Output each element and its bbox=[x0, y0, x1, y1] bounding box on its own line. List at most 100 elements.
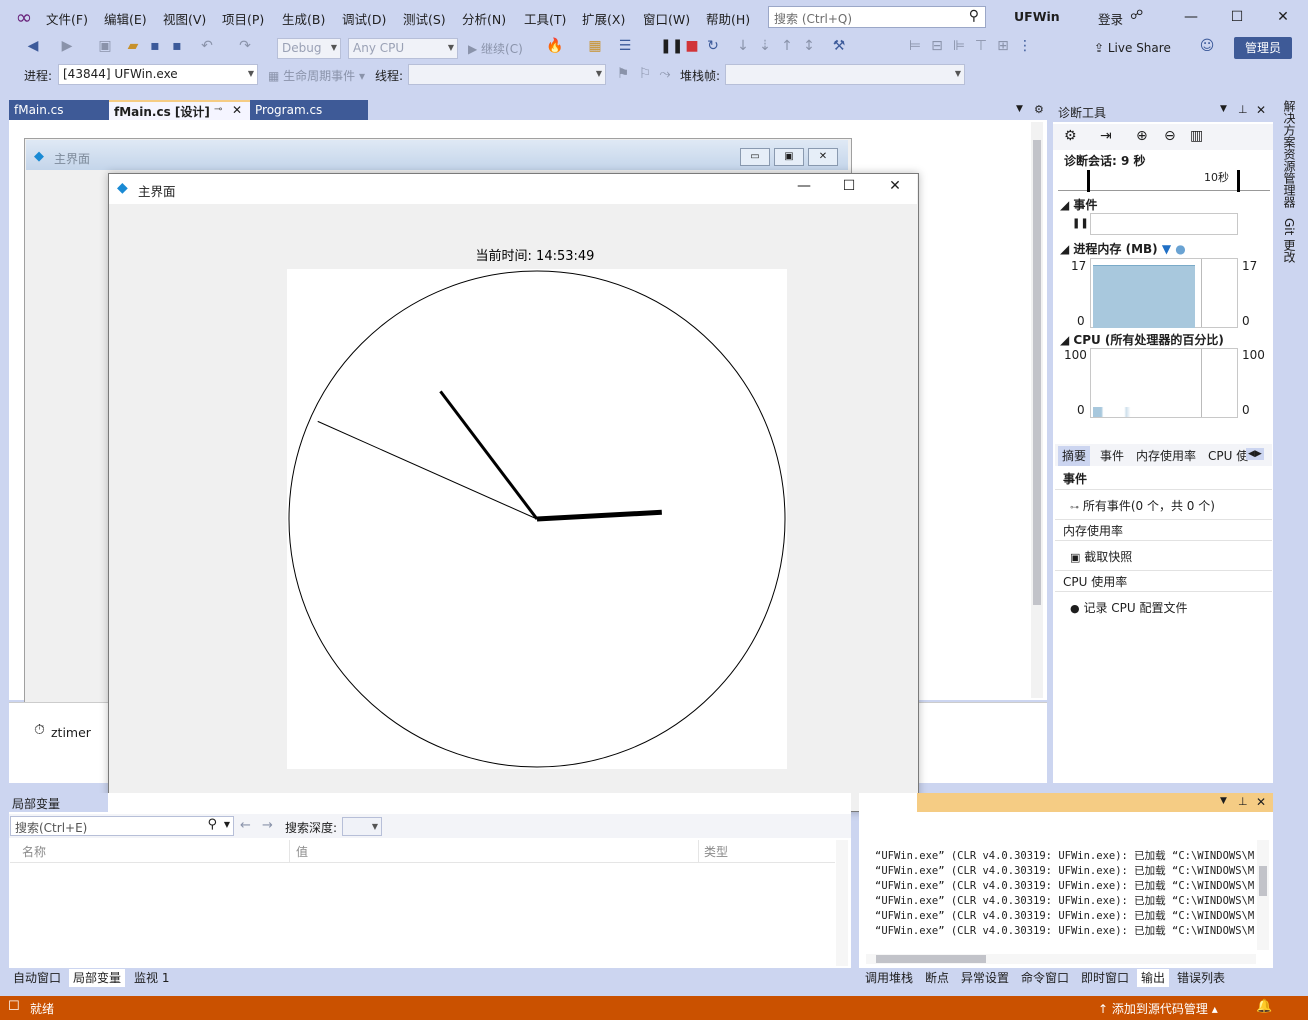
diagnostics-dropdown-icon[interactable]: ▼ bbox=[1220, 104, 1227, 114]
menu-build[interactable]: 生成(B) bbox=[282, 9, 325, 28]
tab-command-window[interactable]: 命令窗口 bbox=[1017, 969, 1073, 987]
search-back-icon[interactable]: ← bbox=[240, 818, 251, 833]
show-next-statement-icon[interactable]: ↕ bbox=[800, 38, 818, 54]
login-link[interactable]: 登录 bbox=[1098, 9, 1123, 28]
new-project-icon[interactable]: ▣ bbox=[96, 38, 114, 54]
stop-icon[interactable]: ■ bbox=[683, 38, 701, 54]
menu-debug[interactable]: 调试(D) bbox=[342, 9, 386, 28]
spacing-icon[interactable]: ⋮ bbox=[1016, 38, 1034, 54]
thread-stack-icon[interactable]: ⤳ bbox=[656, 66, 674, 82]
search-input[interactable]: 搜索 (Ctrl+Q) ⚲ bbox=[768, 6, 986, 28]
cpu-graph[interactable] bbox=[1090, 348, 1238, 418]
align-left-icon[interactable]: ⊨ bbox=[906, 38, 924, 54]
tab-locals[interactable]: 局部变量 bbox=[69, 969, 126, 987]
minimize-button[interactable]: — bbox=[1176, 6, 1206, 28]
align-right-icon[interactable]: ⊫ bbox=[950, 38, 968, 54]
step-into-icon[interactable]: ↓ bbox=[734, 38, 752, 54]
app-insights-icon[interactable]: ▦ bbox=[586, 38, 604, 54]
search-forward-icon[interactable]: → bbox=[262, 818, 273, 833]
save-icon[interactable]: ▪ bbox=[146, 38, 164, 54]
menu-window[interactable]: 窗口(W) bbox=[643, 9, 690, 28]
output-close-icon[interactable]: ✕ bbox=[1256, 795, 1266, 809]
output-dropdown-icon[interactable]: ▼ bbox=[1220, 796, 1227, 806]
tab-watch[interactable]: 监视 1 bbox=[130, 969, 173, 987]
menu-tools[interactable]: 工具(T) bbox=[524, 9, 566, 28]
tabs-scroll-icon[interactable]: ◀▶ bbox=[1246, 448, 1264, 460]
solution-explorer-tab[interactable]: 解决方案资源管理器 bbox=[1281, 100, 1298, 212]
locals-scrollbar[interactable] bbox=[836, 840, 848, 966]
feedback-icon[interactable]: ☍ bbox=[1130, 8, 1143, 23]
menu-extensions[interactable]: 扩展(X) bbox=[582, 9, 625, 28]
timer-component[interactable]: ztimer bbox=[51, 725, 91, 740]
close-button[interactable]: ✕ bbox=[1268, 6, 1298, 28]
output-h-scrollbar[interactable] bbox=[866, 954, 1256, 964]
tab-output[interactable]: 输出 bbox=[1137, 969, 1170, 987]
column-type[interactable]: 类型 bbox=[704, 843, 728, 860]
tab-events[interactable]: 事件 bbox=[1096, 446, 1128, 466]
hexadecimal-icon[interactable]: ⚒ bbox=[830, 38, 848, 54]
open-folder-icon[interactable]: ▰ bbox=[124, 38, 142, 54]
redo-icon[interactable]: ↷ bbox=[236, 38, 254, 54]
lifecycle-events-button[interactable]: ▦ 生命周期事件 ▾ bbox=[268, 67, 365, 84]
tab-fmain-designer[interactable]: fMain.cs [设计] bbox=[109, 100, 250, 120]
timeline-start-marker[interactable] bbox=[1087, 170, 1090, 192]
column-name[interactable]: 名称 bbox=[22, 843, 46, 860]
column-value[interactable]: 值 bbox=[296, 843, 308, 860]
hot-reload-icon[interactable]: 🔥 bbox=[546, 38, 564, 54]
maximize-button[interactable]: ☐ bbox=[1222, 6, 1252, 28]
timeline-end-marker[interactable] bbox=[1237, 170, 1240, 192]
designer-scroll-thumb[interactable] bbox=[1033, 140, 1041, 605]
diag-export-icon[interactable]: ⇥ bbox=[1100, 128, 1112, 144]
app-minimize-button[interactable]: — bbox=[790, 178, 818, 194]
app-maximize-button[interactable]: ☐ bbox=[835, 178, 863, 194]
tab-overflow-icon[interactable]: ▼ bbox=[1016, 104, 1023, 114]
app-close-button[interactable]: ✕ bbox=[881, 178, 909, 194]
diag-settings-icon[interactable]: ⚙ bbox=[1064, 128, 1077, 144]
tab-breakpoints[interactable]: 断点 bbox=[921, 969, 953, 987]
reset-view-icon[interactable]: ▥ bbox=[1190, 128, 1203, 144]
continue-button[interactable]: ▶ 继续(C) bbox=[468, 40, 523, 57]
tab-memory-usage[interactable]: 内存使用率 bbox=[1132, 446, 1200, 466]
tab-immediate-window[interactable]: 即时窗口 bbox=[1077, 969, 1133, 987]
output-pin-icon[interactable]: ⊥ bbox=[1238, 795, 1248, 808]
live-share-button[interactable]: ⇪ Live Share bbox=[1094, 41, 1171, 55]
pause-icon[interactable]: ❚❚ bbox=[660, 38, 683, 54]
output-v-scrollbar[interactable] bbox=[1257, 840, 1269, 950]
config-select[interactable]: Debug ▼ bbox=[277, 38, 341, 59]
zoom-in-icon[interactable]: ⊕ bbox=[1136, 128, 1148, 144]
memory-graph[interactable] bbox=[1090, 258, 1238, 328]
process-select[interactable]: [43844] UFWin.exe ▼ bbox=[58, 64, 258, 85]
tab-exception-settings[interactable]: 异常设置 bbox=[957, 969, 1013, 987]
align-middle-icon[interactable]: ⊞ bbox=[994, 38, 1012, 54]
menu-edit[interactable]: 编辑(E) bbox=[104, 9, 147, 28]
locals-search-input[interactable]: 搜索(Ctrl+E) ⚲ ▼ bbox=[10, 816, 234, 836]
diagnostics-pin-icon[interactable]: ⊥ bbox=[1238, 103, 1248, 116]
account-icon[interactable]: ☺ bbox=[1198, 38, 1216, 54]
thread-select[interactable]: ▼ bbox=[408, 64, 606, 85]
menu-help[interactable]: 帮助(H) bbox=[706, 9, 750, 28]
menu-test[interactable]: 测试(S) bbox=[403, 9, 446, 28]
notifications-bell-icon[interactable]: 🔔 bbox=[1256, 999, 1272, 1014]
menu-view[interactable]: 视图(V) bbox=[163, 9, 206, 28]
take-snapshot-button[interactable]: ▣ 截取快照 bbox=[1070, 548, 1132, 565]
align-center-icon[interactable]: ⊟ bbox=[928, 38, 946, 54]
menu-analyze[interactable]: 分析(N) bbox=[462, 9, 506, 28]
add-to-source-control-button[interactable]: ↑ 添加到源代码管理 ▴ bbox=[1098, 1000, 1218, 1017]
tab-close-icon[interactable]: ✕ bbox=[232, 103, 242, 117]
restart-icon[interactable]: ↻ bbox=[704, 38, 722, 54]
undo-icon[interactable]: ↶ bbox=[198, 38, 216, 54]
search-depth-select[interactable]: ▼ bbox=[342, 817, 382, 836]
all-events-link[interactable]: ⊶ 所有事件(0 个，共 0 个) bbox=[1070, 497, 1215, 514]
record-cpu-profile-button[interactable]: ● 记录 CPU 配置文件 bbox=[1070, 599, 1187, 616]
tab-error-list[interactable]: 错误列表 bbox=[1173, 969, 1229, 987]
menu-project[interactable]: 项目(P) bbox=[222, 9, 264, 28]
zoom-out-icon[interactable]: ⊖ bbox=[1164, 128, 1176, 144]
events-track[interactable] bbox=[1090, 213, 1238, 235]
tab-call-stack[interactable]: 调用堆栈 bbox=[861, 969, 917, 987]
tab-settings-icon[interactable]: ⚙ bbox=[1034, 103, 1044, 116]
navigate-back-icon[interactable]: ◀ bbox=[24, 38, 42, 54]
platform-select[interactable]: Any CPU ▼ bbox=[348, 38, 458, 59]
git-changes-tab[interactable]: Git 更改 bbox=[1281, 218, 1298, 268]
tab-fmain-cs[interactable]: fMain.cs bbox=[9, 100, 109, 120]
align-top-icon[interactable]: ⊤ bbox=[972, 38, 990, 54]
